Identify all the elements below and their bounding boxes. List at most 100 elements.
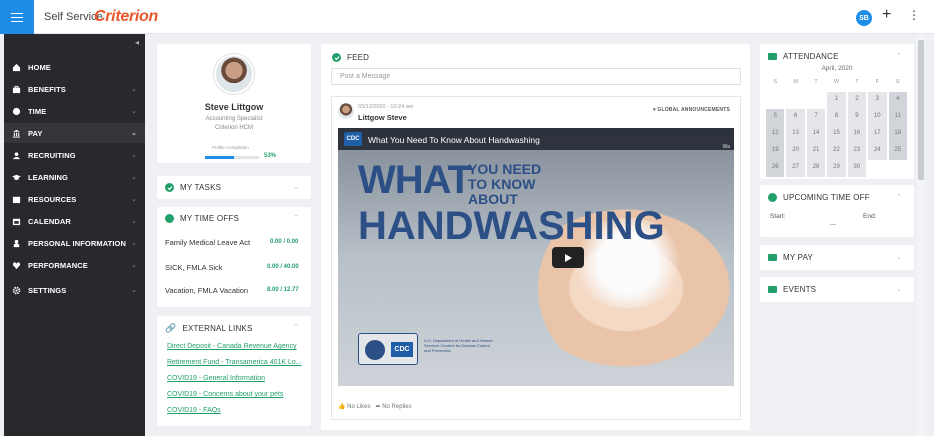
calendar-day[interactable]: 15 xyxy=(827,126,846,143)
chevron-down-icon[interactable]: ⌄ xyxy=(896,285,902,293)
cdc-logo: CDC xyxy=(391,342,413,357)
more-options-button[interactable]: ⋮ xyxy=(908,8,920,22)
calendar-icon xyxy=(768,286,777,293)
calendar-day[interactable]: 4 xyxy=(888,92,907,109)
calendar-day[interactable]: 16 xyxy=(847,126,867,143)
chevron-down-icon: ⌄ xyxy=(131,240,137,247)
menu-button[interactable] xyxy=(0,0,34,34)
top-bar: Self Service Criterion SB + ⋮ xyxy=(0,0,934,34)
calendar-day[interactable]: 3 xyxy=(868,92,887,109)
external-link[interactable]: COVID19 - FAQs xyxy=(167,407,221,414)
sidebar-item-settings[interactable]: SETTINGS ⌄ xyxy=(4,280,145,300)
add-button[interactable]: + xyxy=(882,6,891,24)
calendar-day[interactable]: 12 xyxy=(766,126,785,143)
like-icon[interactable]: 👍 xyxy=(338,404,345,410)
calendar-day[interactable]: 2 xyxy=(847,92,867,109)
calendar-grid: S M T W T F S 1 2 3 4 5 6 7 8 9 10 11 12 xyxy=(766,75,909,177)
calendar-day[interactable]: 8 xyxy=(827,109,846,126)
calendar-day[interactable]: 27 xyxy=(786,160,805,177)
sidebar: ◂ HOME BENEFITS ⌄ TIME ⌄ PAY ⌄ RECRUITIN… xyxy=(4,34,145,436)
sidebar-item-recruiting[interactable]: RECRUITING ⌄ xyxy=(4,145,145,165)
calendar-day[interactable]: 18 xyxy=(888,126,907,143)
play-button[interactable] xyxy=(552,247,584,268)
page-scrollbar[interactable] xyxy=(917,34,925,436)
chevron-down-icon: ⌄ xyxy=(131,262,137,269)
sidebar-item-time[interactable]: TIME ⌄ xyxy=(4,101,145,121)
sidebar-item-calendar[interactable]: CALENDAR ⌄ xyxy=(4,211,145,231)
brand-logo[interactable]: Criterion xyxy=(94,8,158,26)
my-tasks-card[interactable]: MY TASKS ⌄ xyxy=(157,176,311,199)
video-title[interactable]: What You Need To Know About Handwashing xyxy=(368,135,540,145)
calendar-day[interactable]: 11 xyxy=(888,109,907,126)
sidebar-item-label: PERFORMANCE xyxy=(28,260,88,270)
heart-icon xyxy=(4,261,28,270)
collapse-sidebar-icon[interactable]: ◂ xyxy=(135,38,139,47)
chevron-up-icon[interactable]: ⌃ xyxy=(293,323,299,331)
calendar-day[interactable]: 25 xyxy=(888,143,907,160)
start-label: Start: xyxy=(770,213,786,220)
profile-card: Steve Littgow Accounting Specialist Crit… xyxy=(157,44,311,163)
external-link[interactable]: COVID19 - Concerns about your pets xyxy=(167,391,283,398)
external-link[interactable]: COVID19 - General Information xyxy=(167,375,265,382)
calendar-day[interactable]: 1 xyxy=(827,92,846,109)
calendar-day[interactable]: 21 xyxy=(806,143,826,160)
reply-icon[interactable]: ➦ xyxy=(376,404,381,410)
replies-count[interactable]: No Replies xyxy=(382,404,411,410)
calendar-day[interactable]: 22 xyxy=(827,143,846,160)
profile-completion-percent: 53% xyxy=(264,153,277,159)
sidebar-item-personal-information[interactable]: PERSONAL INFORMATION ⌄ xyxy=(4,233,145,253)
video-player[interactable]: CDC What You Need To Know About Handwash… xyxy=(338,128,734,386)
avatar[interactable] xyxy=(338,103,354,119)
post-author[interactable]: Littgow Steve xyxy=(358,113,407,122)
chevron-up-icon[interactable]: ⌃ xyxy=(293,214,299,222)
sidebar-item-performance[interactable]: PERFORMANCE ⌄ xyxy=(4,255,145,275)
calendar-day[interactable]: 7 xyxy=(806,109,826,126)
chevron-down-icon[interactable]: ⌄ xyxy=(293,183,299,191)
my-tasks-header: MY TASKS xyxy=(165,183,221,192)
sidebar-item-learning[interactable]: LEARNING ⌄ xyxy=(4,167,145,187)
video-watch-later[interactable]: Wa xyxy=(723,144,730,150)
my-pay-title: MY PAY xyxy=(783,253,814,262)
external-link[interactable]: Direct Deposit - Canada Revenue Agency xyxy=(167,343,297,350)
attendance-header: ATTENDANCE xyxy=(768,52,839,61)
calendar-day[interactable]: 26 xyxy=(766,160,785,177)
events-card[interactable]: EVENTS ⌄ xyxy=(760,277,914,302)
sidebar-item-label: LEARNING xyxy=(28,172,68,182)
calendar-day[interactable]: 10 xyxy=(868,109,887,126)
likes-count[interactable]: No Likes xyxy=(347,404,370,410)
check-icon xyxy=(332,53,341,62)
sidebar-item-resources[interactable]: RESOURCES ⌄ xyxy=(4,189,145,209)
calendar-day[interactable]: 19 xyxy=(766,143,785,160)
post-message-input[interactable]: Post a Message xyxy=(331,68,741,85)
chevron-down-icon: ⌄ xyxy=(131,152,137,159)
external-link[interactable]: Retirement Fund - Transamerica 401K Lo..… xyxy=(167,359,302,366)
my-pay-card[interactable]: MY PAY ⌄ xyxy=(760,245,914,270)
calendar-day[interactable]: 28 xyxy=(806,160,826,177)
scrollbar-thumb[interactable] xyxy=(918,40,924,180)
user-avatar-badge[interactable]: SB xyxy=(856,10,872,26)
calendar-day[interactable]: 14 xyxy=(806,126,826,143)
channel-logo[interactable]: CDC xyxy=(344,132,362,146)
sidebar-item-benefits[interactable]: BENEFITS ⌄ xyxy=(4,79,145,99)
chevron-down-icon[interactable]: ⌄ xyxy=(896,253,902,261)
sidebar-item-home[interactable]: HOME xyxy=(4,57,145,77)
calendar-day[interactable]: 6 xyxy=(786,109,805,126)
calendar-day[interactable]: 23 xyxy=(847,143,867,160)
profile-photo[interactable] xyxy=(214,54,254,94)
calendar-day[interactable]: 24 xyxy=(868,143,887,160)
calendar-day[interactable]: 20 xyxy=(786,143,805,160)
calendar-day xyxy=(807,92,825,109)
calendar-day[interactable]: 9 xyxy=(847,109,867,126)
calendar-day xyxy=(889,160,907,177)
sidebar-item-pay[interactable]: PAY ⌄ xyxy=(4,123,145,143)
calendar-day[interactable]: 29 xyxy=(827,160,846,177)
time-off-balance: 8.00 / 12.77 xyxy=(267,287,299,293)
calendar-day[interactable]: 13 xyxy=(786,126,805,143)
post-category-tag: ▾ GLOBAL ANNOUNCEMENTS xyxy=(653,107,730,113)
calendar-day[interactable]: 17 xyxy=(868,126,887,143)
calendar-day[interactable]: 30 xyxy=(847,160,867,177)
time-off-type: Family Medical Leave Act xyxy=(165,238,251,247)
chevron-up-icon[interactable]: ⌃ xyxy=(896,52,902,60)
chevron-up-icon[interactable]: ⌃ xyxy=(896,193,902,201)
calendar-day[interactable]: 5 xyxy=(766,109,785,126)
